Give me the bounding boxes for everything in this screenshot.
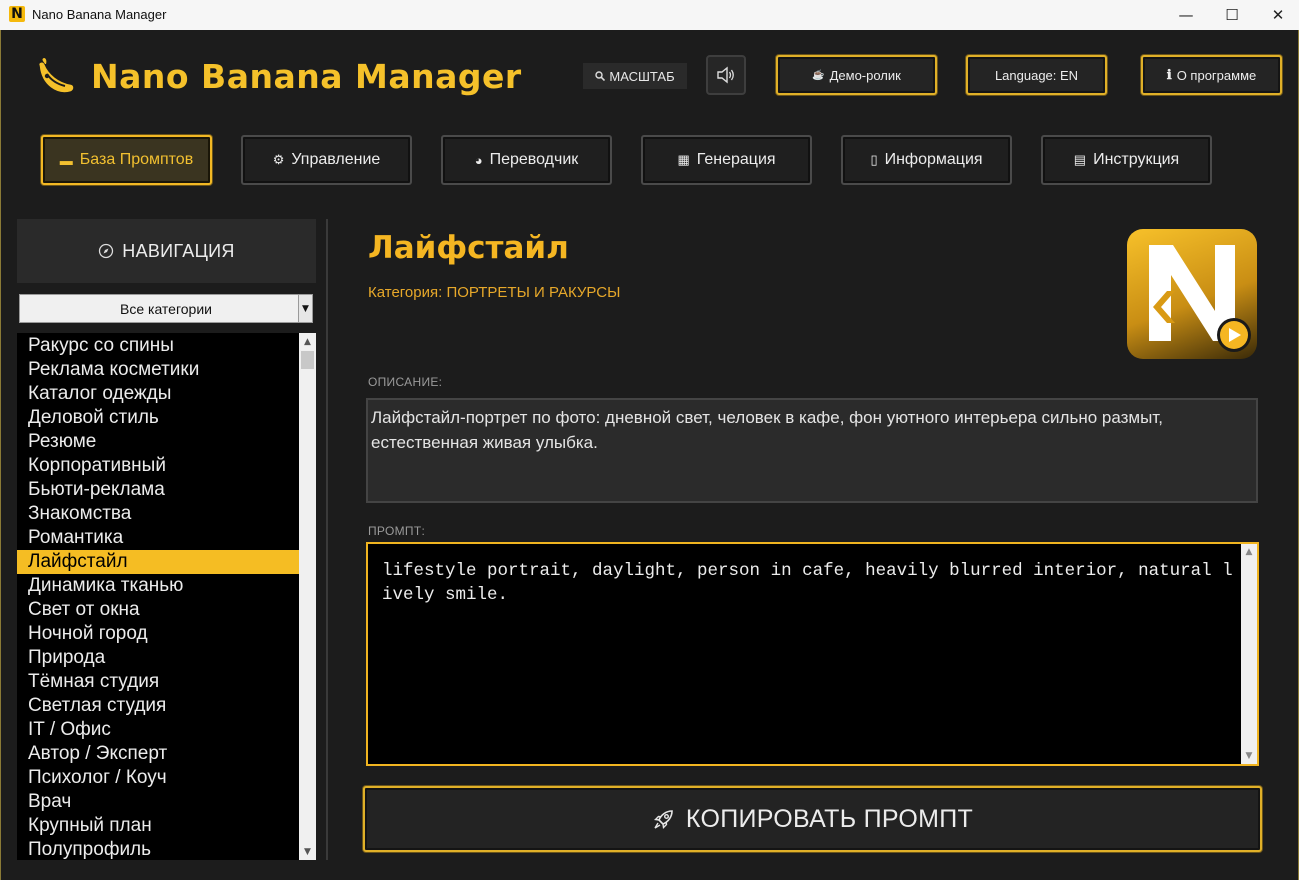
maximize-button[interactable]: ☐	[1209, 0, 1255, 30]
list-item[interactable]: Реклама косметики	[17, 358, 299, 382]
coffee-icon: ☕	[812, 69, 825, 81]
tab-information[interactable]: ▯ Информация	[841, 135, 1012, 185]
scrollbar-thumb[interactable]	[301, 351, 314, 369]
list-item[interactable]: Знакомства	[17, 502, 299, 526]
tab-prompt-base[interactable]: ▬ База Промптов	[41, 135, 212, 185]
tab-label: Переводчик	[489, 151, 579, 168]
list-scrollbar[interactable]: ▲ ▼	[299, 333, 316, 860]
prompt-list[interactable]: Ракурс со спины Реклама косметики Каталог …	[17, 333, 316, 860]
speaker-icon	[717, 66, 734, 84]
list-item[interactable]: Деловой стиль	[17, 406, 299, 430]
list-item[interactable]: Психолог / Коуч	[17, 766, 299, 790]
navigation-header: НАВИГАЦИЯ	[17, 219, 316, 283]
sound-button[interactable]	[706, 55, 746, 95]
description-text: Лайфстайл-портрет по фото: дневной свет,…	[366, 398, 1258, 503]
scroll-up-icon[interactable]: ▲	[299, 333, 316, 350]
globe-icon: ◕	[474, 152, 483, 168]
clapperboard-icon: ▦	[677, 152, 690, 167]
prompt-text[interactable]: lifestyle portrait, daylight, person in …	[382, 559, 1240, 607]
brand-n-logo-icon	[1149, 245, 1251, 352]
scale-label: МАСШТАБ	[609, 68, 675, 84]
copy-prompt-button[interactable]: КОПИРОВАТЬ ПРОМПТ	[363, 786, 1262, 852]
chevron-down-icon: ▼	[298, 295, 312, 322]
tab-label: Генерация	[696, 151, 776, 168]
list-item[interactable]: Полупрофиль	[17, 838, 299, 860]
list-item[interactable]: Природа	[17, 646, 299, 670]
tab-management[interactable]: ⚙ Управление	[241, 135, 412, 185]
prompt-title: Лайфстайл	[368, 230, 569, 266]
copy-prompt-label: КОПИРОВАТЬ ПРОМПТ	[685, 804, 974, 833]
category-filter-select[interactable]: Все категории ▼	[19, 294, 313, 323]
list-item[interactable]: Лайфстайл	[17, 550, 299, 574]
tab-translator[interactable]: ◕ Переводчик	[441, 135, 612, 185]
minimize-button[interactable]: —	[1163, 0, 1209, 30]
list-item[interactable]: Автор / Эксперт	[17, 742, 299, 766]
brand-logo	[1127, 229, 1257, 359]
demo-label: Демо-ролик	[829, 67, 901, 83]
gear-icon: ⚙	[272, 152, 285, 167]
language-button[interactable]: Language: EN	[966, 55, 1107, 95]
list-item[interactable]: Резюме	[17, 430, 299, 454]
tab-label: Информация	[884, 151, 983, 168]
about-button[interactable]: ℹ О программе	[1141, 55, 1282, 95]
about-label: О программе	[1176, 67, 1257, 83]
list-item[interactable]: Каталог одежды	[17, 382, 299, 406]
language-label: Language: EN	[994, 67, 1079, 83]
magnifier-icon	[595, 71, 606, 81]
list-item[interactable]: Романтика	[17, 526, 299, 550]
list-item[interactable]: Бьюти-реклама	[17, 478, 299, 502]
scale-button[interactable]: МАСШТАБ	[583, 63, 687, 89]
info-icon: ℹ	[1166, 67, 1172, 82]
tab-generation[interactable]: ▦ Генерация	[641, 135, 812, 185]
tab-label: Управление	[291, 151, 381, 168]
prompt-textarea[interactable]: lifestyle portrait, daylight, person in …	[366, 542, 1259, 766]
app-icon: N	[9, 6, 25, 22]
prompt-category: Категория: ПОРТРЕТЫ И РАКУРСЫ	[368, 284, 621, 301]
panel-divider[interactable]	[326, 219, 328, 860]
list-item[interactable]: Тёмная студия	[17, 670, 299, 694]
memo-icon: ▤	[1073, 152, 1087, 167]
description-label: ОПИСАНИЕ:	[368, 375, 443, 389]
banana-icon	[37, 58, 75, 94]
close-button[interactable]: ✕	[1255, 0, 1299, 30]
prompt-label: ПРОМПТ:	[368, 524, 426, 538]
tab-label: Инструкция	[1093, 151, 1180, 168]
list-item[interactable]: Ночной город	[17, 622, 299, 646]
tab-label: База Промптов	[79, 151, 194, 168]
window-title: Nano Banana Manager	[32, 7, 167, 22]
laptop-icon: ▬	[59, 152, 73, 168]
demo-video-button[interactable]: ☕ Демо-ролик	[776, 55, 937, 95]
title-bar: N Nano Banana Manager — ☐ ✕	[0, 0, 1299, 30]
scroll-down-icon[interactable]: ▼	[299, 843, 316, 860]
list-item[interactable]: Корпоративный	[17, 454, 299, 478]
app-name: Nano Banana Manager	[91, 57, 522, 96]
list-item[interactable]: Крупный план	[17, 814, 299, 838]
navigation-title: НАВИГАЦИЯ	[122, 240, 235, 261]
prompt-scrollbar[interactable]: ▲ ▼	[1241, 544, 1257, 764]
compass-icon	[99, 243, 114, 259]
list-item[interactable]: Свет от окна	[17, 598, 299, 622]
scroll-up-icon[interactable]: ▲	[1241, 544, 1257, 560]
list-item[interactable]: Врач	[17, 790, 299, 814]
list-item[interactable]: IT / Офис	[17, 718, 299, 742]
category-filter-value: Все категории	[120, 300, 212, 317]
book-icon: ▯	[870, 152, 878, 167]
list-item[interactable]: Светлая студия	[17, 694, 299, 718]
list-item[interactable]: Динамика тканью	[17, 574, 299, 598]
scroll-down-icon[interactable]: ▼	[1241, 748, 1257, 764]
rocket-icon	[653, 810, 673, 829]
list-item[interactable]: Ракурс со спины	[17, 334, 299, 358]
tab-instructions[interactable]: ▤ Инструкция	[1041, 135, 1212, 185]
